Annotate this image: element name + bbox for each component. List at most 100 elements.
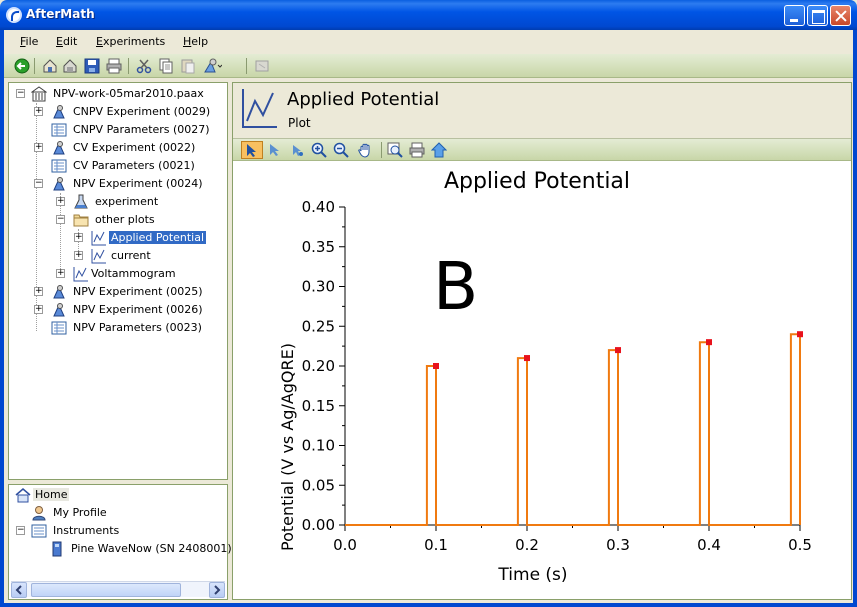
home-connect-icon[interactable] [42, 58, 58, 74]
app-icon [6, 7, 22, 23]
title-bar[interactable]: AfterMath [0, 0, 857, 30]
parameters-icon [51, 122, 67, 138]
menu-experiments[interactable]: Experiments [96, 35, 165, 48]
tree-item[interactable]: + NPV Experiment (0026) [33, 301, 223, 319]
save-icon[interactable] [84, 58, 100, 74]
open-icon[interactable] [62, 58, 78, 74]
x-tick-label: 0.5 [788, 536, 812, 554]
experiment-icon [51, 104, 67, 120]
main-toolbar [4, 54, 853, 78]
collapse-icon[interactable]: − [34, 179, 43, 188]
data-point-marker [706, 339, 712, 346]
plot-panel: Applied Potential Plot Applied Potential… [232, 82, 852, 600]
tree-item[interactable]: + experiment [55, 193, 225, 211]
plot-large-icon [239, 87, 279, 131]
y-tick-label: 0.35 [302, 238, 335, 256]
instruments-icon [31, 523, 47, 539]
nav-instruments[interactable]: − Instruments [15, 522, 165, 540]
nav-home[interactable]: Home [13, 486, 93, 504]
menu-file[interactable]: File [20, 35, 38, 48]
scroll-thumb[interactable] [31, 583, 181, 597]
cut-icon[interactable] [136, 58, 152, 74]
nav-device[interactable]: Pine WaveNow (SN 2408001) [49, 540, 232, 558]
folder-icon [73, 212, 89, 228]
select-region-icon[interactable] [267, 142, 283, 158]
pan-hand-icon[interactable] [357, 142, 373, 158]
project-tree[interactable]: − NPV-work-05mar2010.paax + CNPV Experim… [8, 82, 228, 480]
applied-potential-chart[interactable]: Applied Potential Potential (V vs Ag/AgQ… [233, 161, 851, 599]
project-icon [30, 86, 48, 102]
x-axis-label: Time (s) [497, 565, 567, 585]
expand-icon[interactable]: + [34, 107, 43, 116]
select-pointer-icon[interactable] [241, 141, 263, 159]
profile-icon [31, 505, 47, 521]
collapse-icon[interactable]: − [56, 215, 65, 224]
print-icon[interactable] [106, 58, 122, 74]
expand-icon[interactable]: + [74, 251, 83, 260]
expand-icon[interactable]: + [34, 305, 43, 314]
data-point-marker [524, 355, 530, 362]
navigation-panel[interactable]: Home My Profile − Instruments Pine WaveN… [8, 484, 232, 600]
instrument-icon[interactable] [254, 58, 270, 74]
back-icon[interactable] [14, 58, 30, 74]
menu-help[interactable]: Help [183, 35, 208, 48]
home-icon [15, 487, 31, 503]
expand-icon[interactable]: + [34, 287, 43, 296]
tree-item[interactable]: − NPV Experiment (0024) [33, 175, 223, 193]
experiment-icon [51, 140, 67, 156]
expand-icon[interactable]: + [34, 143, 43, 152]
tree-item[interactable]: NPV Parameters (0023) [33, 319, 223, 337]
tree-item[interactable]: − other plots [55, 211, 225, 229]
y-tick-label: 0.15 [302, 397, 335, 415]
paste-icon[interactable] [180, 58, 196, 74]
device-icon [49, 541, 65, 557]
copy-icon[interactable] [158, 58, 174, 74]
plot-icon [91, 248, 107, 264]
expand-icon[interactable]: + [56, 197, 65, 206]
window-title: AfterMath [26, 7, 95, 21]
data-point-marker [433, 363, 439, 369]
minimize-button[interactable] [784, 5, 805, 26]
tree-item[interactable]: + CNPV Experiment (0029) [33, 103, 223, 121]
collapse-icon[interactable]: − [16, 526, 25, 535]
nav-my-profile[interactable]: My Profile [31, 504, 151, 522]
plot-icon [73, 266, 89, 282]
print-plot-icon[interactable] [409, 142, 425, 158]
plot-header: Applied Potential Plot [233, 83, 851, 139]
flask-icon [73, 194, 89, 210]
zoom-out-icon[interactable] [333, 142, 349, 158]
y-axis-label: Potential (V vs Ag/AgQRE) [278, 343, 297, 551]
experiment-icon [51, 176, 67, 192]
menu-bar: File Edit Experiments Help [4, 30, 853, 52]
tree-item[interactable]: + CV Experiment (0022) [33, 139, 223, 157]
x-tick-label: 0.2 [515, 536, 539, 554]
tree-item[interactable]: CV Parameters (0021) [33, 157, 223, 175]
tree-item[interactable]: + current [73, 247, 223, 265]
expand-icon[interactable]: + [56, 269, 65, 278]
expand-icon[interactable]: + [74, 233, 83, 242]
plot-header-subtitle: Plot [288, 116, 311, 130]
tree-item[interactable]: + Voltammogram [55, 265, 225, 283]
close-button[interactable] [830, 5, 851, 26]
experiment-icon [51, 284, 67, 300]
y-tick-label: 0.25 [302, 317, 335, 335]
collapse-icon[interactable]: − [16, 89, 25, 98]
zoom-fit-icon[interactable] [387, 142, 403, 158]
home-view-icon[interactable] [430, 142, 448, 158]
menu-edit[interactable]: Edit [56, 35, 77, 48]
scroll-right-icon[interactable] [209, 582, 225, 598]
axes: 0.00 0.05 0.10 0.15 0.20 0.25 0.30 0.35 0.40 0.0 0… [302, 198, 812, 554]
series-line [345, 333, 801, 526]
y-tick-label: 0.40 [302, 198, 335, 216]
data-point-marker [797, 331, 803, 338]
maximize-button[interactable] [807, 5, 828, 26]
zoom-in-icon[interactable] [311, 142, 327, 158]
tree-item[interactable]: CNPV Parameters (0027) [33, 121, 223, 139]
horizontal-scrollbar[interactable] [11, 581, 225, 598]
tree-root[interactable]: − NPV-work-05mar2010.paax [15, 85, 225, 103]
tree-item[interactable]: + NPV Experiment (0025) [33, 283, 223, 301]
scroll-left-icon[interactable] [11, 582, 27, 598]
tree-item-applied-potential[interactable]: + Applied Potential [73, 229, 223, 247]
experiment-wizard-icon[interactable] [202, 58, 223, 74]
data-cursor-icon[interactable] [289, 142, 305, 158]
